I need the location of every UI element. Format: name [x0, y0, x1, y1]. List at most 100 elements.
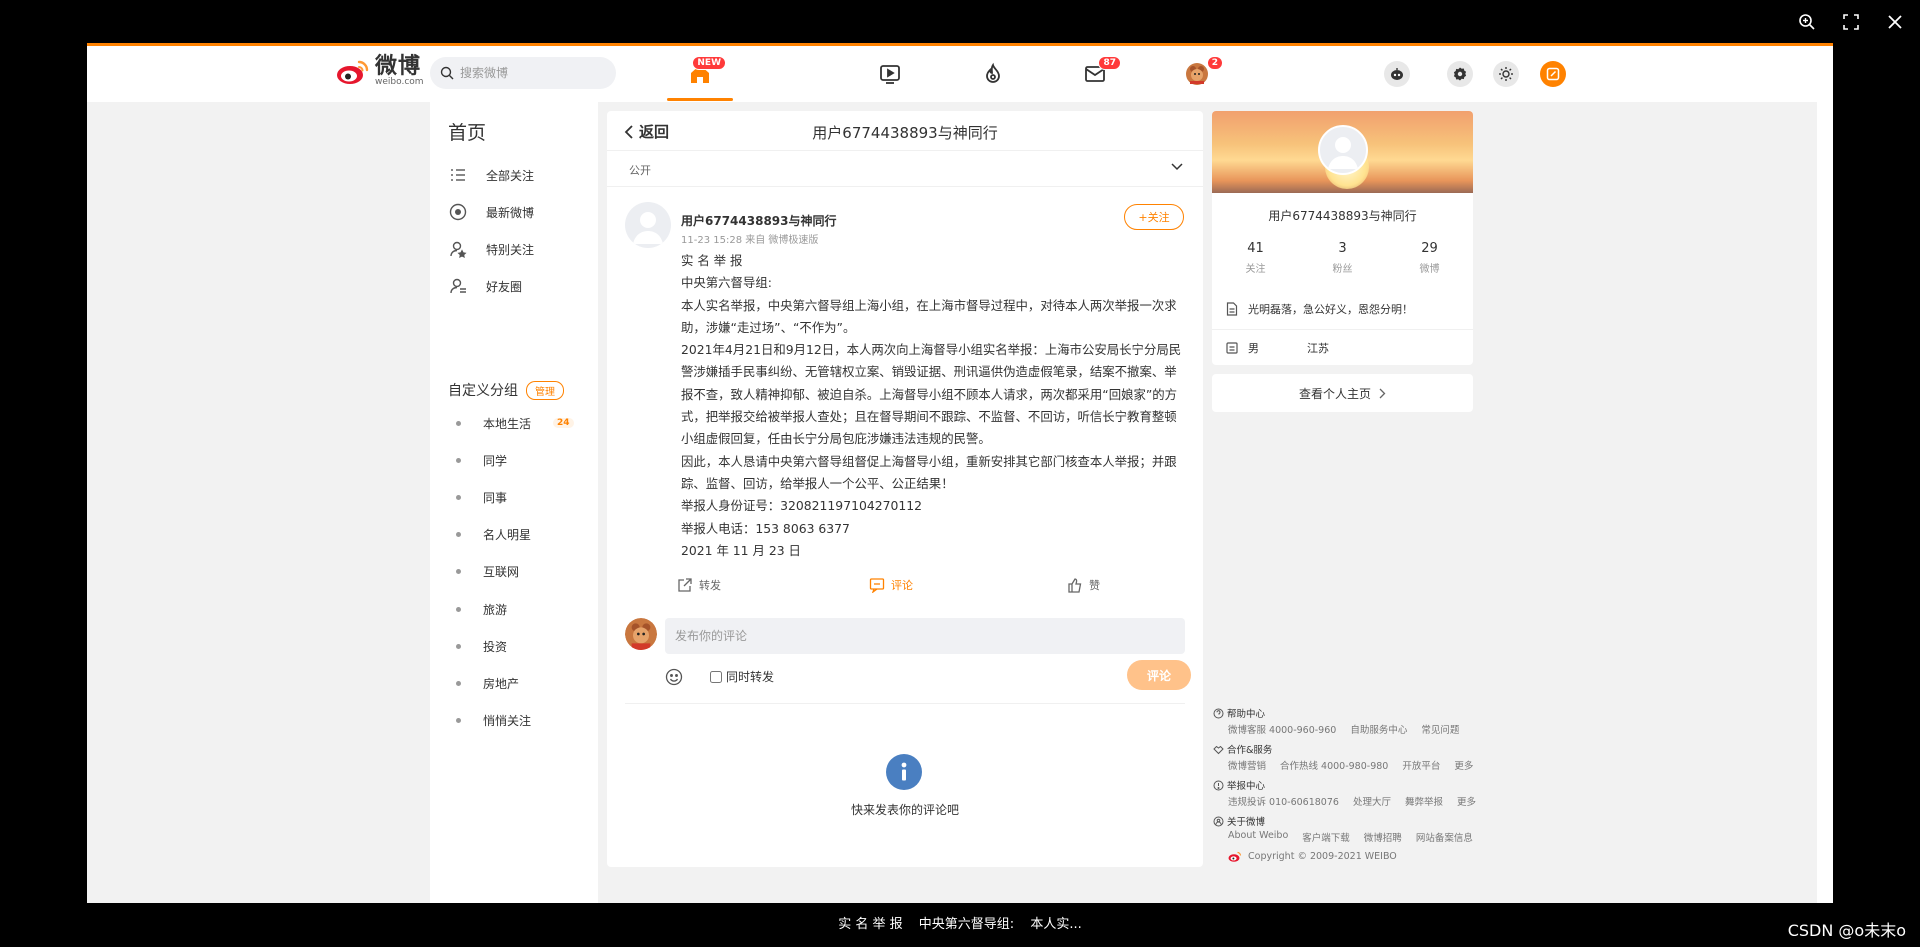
friends-icon [448, 276, 468, 296]
logo-domain: weibo.com [375, 77, 424, 87]
group-item-classmates[interactable]: 同学 [456, 450, 507, 470]
group-item-local-life[interactable]: 本地生活 24 [456, 413, 574, 433]
emoji-button[interactable] [665, 668, 683, 690]
group-item-celebrities[interactable]: 名人明星 [456, 524, 531, 544]
sidebar-item-latest[interactable]: 最新微博 [448, 200, 534, 224]
group-item-real-estate[interactable]: 房地产 [456, 673, 519, 693]
info-icon [886, 754, 922, 790]
comment-label: 评论 [891, 579, 913, 592]
footer-link[interactable]: 客户端下载 [1302, 830, 1350, 844]
nav-profile[interactable]: 2 [1177, 56, 1223, 92]
compose-button[interactable] [1540, 61, 1566, 87]
post-line: 因此，本人恳请中央第六督导组督促上海督导小组，重新安排其它部门核查本人举报；并跟… [681, 453, 1177, 491]
footer-link[interactable]: 开放平台 [1402, 758, 1440, 772]
gear-icon [1453, 67, 1467, 81]
notification-badge: 2 [1206, 56, 1223, 70]
profile-card: 用户6774438893与神同行 41 关注 3 粉丝 29 微博 光明磊落，急公好义… [1212, 111, 1473, 365]
visibility-selector[interactable]: 公开 [607, 151, 1203, 187]
stat-label: 关注 [1245, 264, 1266, 275]
video-icon [880, 65, 900, 84]
repost-toggle[interactable]: 同时转发 [710, 668, 774, 685]
ai-assistant-button[interactable] [1384, 61, 1410, 87]
sidebar-title: 首页 [448, 122, 487, 144]
like-label: 赞 [1089, 579, 1100, 592]
footer-link[interactable]: 自助服务中心 [1350, 722, 1407, 736]
stat-label: 粉丝 [1332, 264, 1353, 275]
footer-link[interactable]: 更多 [1454, 758, 1473, 772]
zoom-in-icon[interactable] [1792, 10, 1822, 34]
group-item-internet[interactable]: 互联网 [456, 561, 519, 581]
theme-toggle-button[interactable] [1493, 61, 1519, 87]
weibo-logo[interactable]: 微博 weibo.com [335, 56, 424, 87]
profile-name[interactable]: 用户6774438893与神同行 [1212, 207, 1473, 224]
sidebar-item-friends[interactable]: 好友圈 [448, 274, 522, 298]
footer-cooperation: 合作&服务 微博营销 合作热线 4000-980-980 开放平台 更多 [1213, 743, 1475, 772]
profile-avatar[interactable] [1318, 125, 1368, 175]
custom-groups-header: 自定义分组 管理 [448, 380, 564, 400]
group-label: 同事 [483, 490, 508, 505]
manage-groups-button[interactable]: 管理 [526, 380, 564, 400]
top-navigation: 微博 weibo.com NEW 87 2 [87, 46, 1817, 102]
submit-comment-button[interactable]: 评论 [1127, 660, 1191, 690]
repost-button[interactable]: 转发 [677, 577, 721, 593]
nav-messages[interactable]: 87 [1075, 56, 1121, 92]
footer-link[interactable]: 微博招聘 [1364, 830, 1402, 844]
sidebar-item-all-following[interactable]: 全部关注 [448, 163, 534, 187]
repost-checkbox[interactable] [710, 670, 722, 683]
copyright-text: Copyright © 2009-2021 WEIBO [1248, 851, 1397, 862]
help-icon [1213, 708, 1224, 718]
follow-button[interactable]: +关注 [1124, 204, 1184, 230]
view-profile-button[interactable]: 查看个人主页 [1212, 374, 1473, 412]
footer-link[interactable]: 更多 [1457, 794, 1476, 808]
close-icon[interactable] [1880, 10, 1910, 34]
footer-link[interactable]: 违规投诉 010-60618076 [1228, 794, 1339, 808]
stat-followers[interactable]: 3 粉丝 [1299, 241, 1386, 275]
footer-link[interactable]: 微博营销 [1228, 758, 1266, 772]
footer-link[interactable]: 微博客服 4000-960-960 [1228, 722, 1336, 736]
image-viewer-controls [1792, 10, 1910, 34]
search-box[interactable] [430, 57, 616, 89]
profile-stats: 41 关注 3 粉丝 29 微博 [1212, 241, 1473, 275]
post-author-name[interactable]: 用户6774438893与神同行 [681, 212, 837, 229]
nav-video[interactable] [870, 56, 910, 92]
repost-toggle-label: 同时转发 [726, 670, 775, 684]
footer-link[interactable]: 舞弊举报 [1405, 794, 1443, 808]
avatar [1186, 63, 1208, 85]
sidebar-item-special-follow[interactable]: 特别关注 [448, 237, 534, 261]
weibo-logo-icon [1228, 851, 1242, 862]
group-count-badge: 24 [553, 418, 574, 428]
footer-link[interactable]: 网站备案信息 [1416, 830, 1473, 844]
comment-button[interactable]: 评论 [869, 577, 913, 593]
stat-posts[interactable]: 29 微博 [1386, 241, 1473, 275]
group-label: 悄悄关注 [483, 713, 532, 728]
footer-link[interactable]: About Weibo [1228, 830, 1288, 842]
chevron-down-icon [1171, 163, 1183, 171]
document-icon [1226, 302, 1238, 316]
bullet [456, 568, 461, 574]
bullet [456, 494, 461, 500]
footer-help: 帮助中心 微博客服 4000-960-960 自助服务中心 常见问题 [1213, 707, 1475, 736]
nav-hot[interactable] [973, 56, 1013, 92]
nav-home[interactable]: NEW [680, 56, 726, 92]
search-input[interactable] [460, 66, 600, 80]
group-item-secret-follow[interactable]: 悄悄关注 [456, 710, 531, 730]
group-item-investment[interactable]: 投资 [456, 636, 507, 656]
settings-button[interactable] [1447, 61, 1473, 87]
fire-icon [986, 62, 1000, 83]
stat-following[interactable]: 41 关注 [1212, 241, 1299, 275]
group-item-travel[interactable]: 旅游 [456, 599, 507, 619]
group-item-colleagues[interactable]: 同事 [456, 487, 507, 507]
group-title: 自定义分组 [448, 383, 518, 399]
footer-link[interactable]: 合作热线 4000-980-980 [1280, 758, 1388, 772]
footer-link[interactable]: 常见问题 [1421, 722, 1459, 736]
footer-heading: 举报中心 [1227, 781, 1266, 792]
group-label: 互联网 [483, 564, 520, 579]
list-icon [448, 165, 468, 185]
bullet [456, 457, 461, 463]
fullscreen-icon[interactable] [1836, 10, 1866, 34]
clock-icon [448, 202, 468, 222]
like-button[interactable]: 赞 [1067, 577, 1100, 593]
author-avatar[interactable] [625, 202, 671, 248]
comment-input[interactable] [665, 618, 1185, 654]
footer-link[interactable]: 处理大厅 [1353, 794, 1391, 808]
